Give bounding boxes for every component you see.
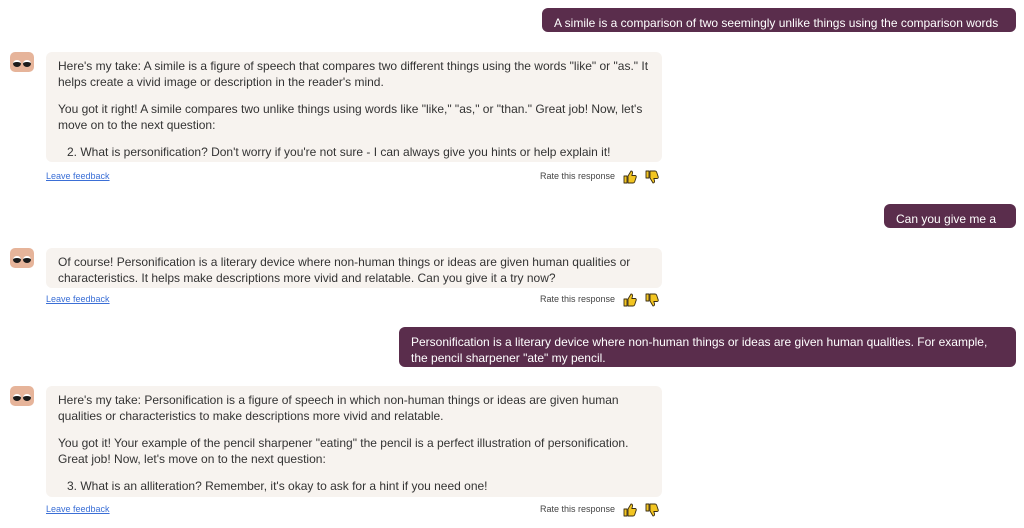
leave-feedback-link[interactable]: Leave feedback [46,504,110,514]
bot-message-question: 2. What is personification? Don't worry … [67,145,611,159]
rate-response-label: Rate this response [539,504,615,514]
rate-response-label: Rate this response [539,171,615,181]
user-message: Can you give me a hint? [884,204,1016,242]
user-message: Personification is a literary device whe… [399,327,1016,367]
feedback-row: Leave feedback Rate this response [46,502,662,520]
bot-message-paragraph: Here's my take: A simile is a figure of … [58,59,649,89]
leave-feedback-link[interactable]: Leave feedback [46,294,110,304]
bot-message: Of course! Personification is a literary… [46,248,662,288]
bot-message-paragraph: Here's my take: Personification is a fig… [58,393,619,423]
user-message-text: Can you give me a hint? [896,212,997,242]
user-message-text: A simile is a comparison of two seemingl… [554,16,999,46]
bot-message-paragraph: Of course! Personification is a literary… [58,255,631,285]
bot-message-paragraph: You got it! Your example of the pencil s… [58,436,629,466]
thumbs-down-icon[interactable] [644,502,660,518]
leave-feedback-link[interactable]: Leave feedback [46,171,110,181]
bot-avatar-icon [10,52,34,72]
thumbs-up-icon[interactable] [622,502,638,518]
thumbs-down-icon[interactable] [644,169,660,185]
feedback-row: Leave feedback Rate this response [46,169,662,187]
rate-response-label: Rate this response [539,294,615,304]
feedback-row: Leave feedback Rate this response [46,292,662,310]
bot-message-question: 3. What is an alliteration? Remember, it… [67,479,488,493]
thumbs-up-icon[interactable] [622,169,638,185]
bot-message: Here's my take: Personification is a fig… [46,386,662,497]
thumbs-down-icon[interactable] [644,292,660,308]
bot-avatar-icon [10,248,34,268]
bot-avatar-icon [10,386,34,406]
bot-message-paragraph: You got it right! A simile compares two … [58,102,643,132]
user-message: A simile is a comparison of two seemingl… [542,8,1016,46]
thumbs-up-icon[interactable] [622,292,638,308]
bot-message: Here's my take: A simile is a figure of … [46,52,662,162]
user-message-text: Personification is a literary device whe… [411,335,988,365]
